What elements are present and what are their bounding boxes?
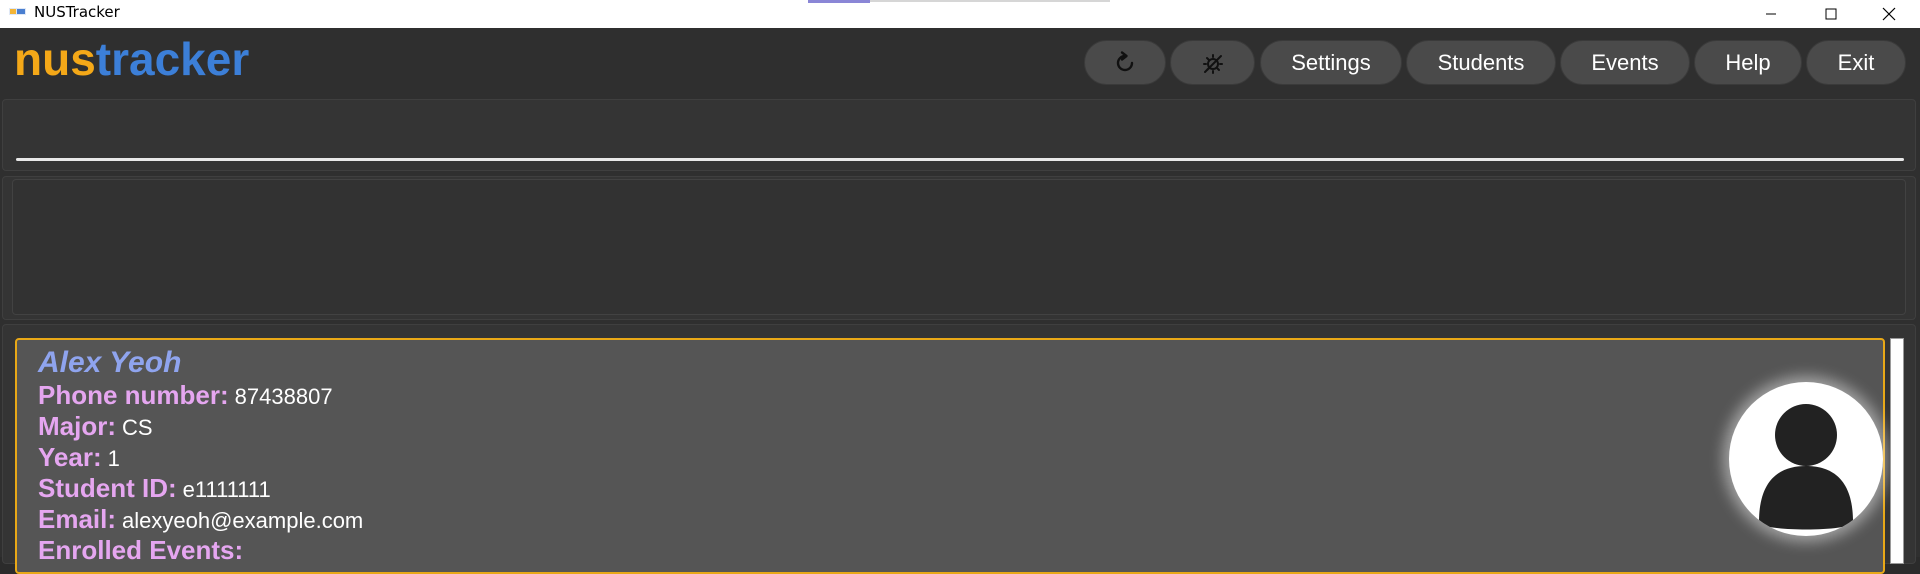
email-label: Email:: [38, 504, 117, 534]
avatar: [1729, 382, 1883, 536]
phone-value: 87438807: [234, 384, 333, 409]
logo-nus: nus: [14, 33, 96, 85]
theme-toggle-button[interactable]: [1170, 40, 1255, 85]
student-id-field: Student ID: e1111111: [38, 473, 271, 504]
maximize-button[interactable]: [1808, 0, 1854, 28]
list-scrollbar[interactable]: [1890, 338, 1904, 564]
year-label: Year:: [38, 442, 102, 472]
major-label: Major:: [38, 411, 116, 441]
close-icon: [1882, 7, 1896, 21]
app-logo: nustracker: [14, 32, 249, 86]
minimize-icon: [1766, 13, 1776, 15]
exit-button[interactable]: Exit: [1806, 40, 1906, 85]
year-field: Year: 1: [38, 442, 120, 473]
main-window: nustracker Settings Students Events Help…: [0, 28, 1920, 574]
student-name: Alex Yeoh: [38, 346, 182, 379]
logo-tracker: tracker: [95, 33, 250, 85]
app-icon: [9, 8, 26, 15]
student-card[interactable]: Alex Yeoh Phone number: 87438807 Major: CS…: [15, 338, 1885, 574]
student-id-label: Student ID:: [38, 473, 177, 503]
settings-button[interactable]: Settings: [1260, 40, 1402, 85]
students-button[interactable]: Students: [1406, 40, 1556, 85]
enrolled-events-field: Enrolled Events:: [38, 535, 249, 566]
result-display[interactable]: [12, 179, 1906, 315]
theme-toggle-icon: [1202, 53, 1223, 74]
command-input[interactable]: [14, 113, 1904, 159]
refresh-button[interactable]: [1084, 40, 1166, 85]
refresh-icon: [1116, 50, 1134, 71]
minimize-button[interactable]: [1748, 0, 1794, 28]
maximize-icon: [1825, 8, 1837, 20]
title-bar-accent: [808, 0, 870, 3]
title-bar-accent-track: [870, 0, 1110, 2]
phone-field: Phone number: 87438807: [38, 380, 333, 411]
student-id-value: e1111111: [182, 477, 271, 502]
window-title: NUSTracker: [34, 3, 120, 21]
close-button[interactable]: [1866, 0, 1912, 28]
major-value: CS: [122, 415, 153, 440]
email-field: Email: alexyeoh@example.com: [38, 504, 363, 535]
user-avatar-icon: [1759, 400, 1853, 530]
year-value: 1: [107, 446, 120, 471]
window-titlebar: NUSTracker: [0, 0, 1920, 28]
enrolled-events-label: Enrolled Events:: [38, 535, 244, 565]
phone-label: Phone number:: [38, 380, 229, 410]
command-input-underline: [16, 158, 1904, 161]
email-value: alexyeoh@example.com: [122, 508, 364, 533]
events-button[interactable]: Events: [1560, 40, 1690, 85]
help-button[interactable]: Help: [1694, 40, 1802, 85]
major-field: Major: CS: [38, 411, 153, 442]
